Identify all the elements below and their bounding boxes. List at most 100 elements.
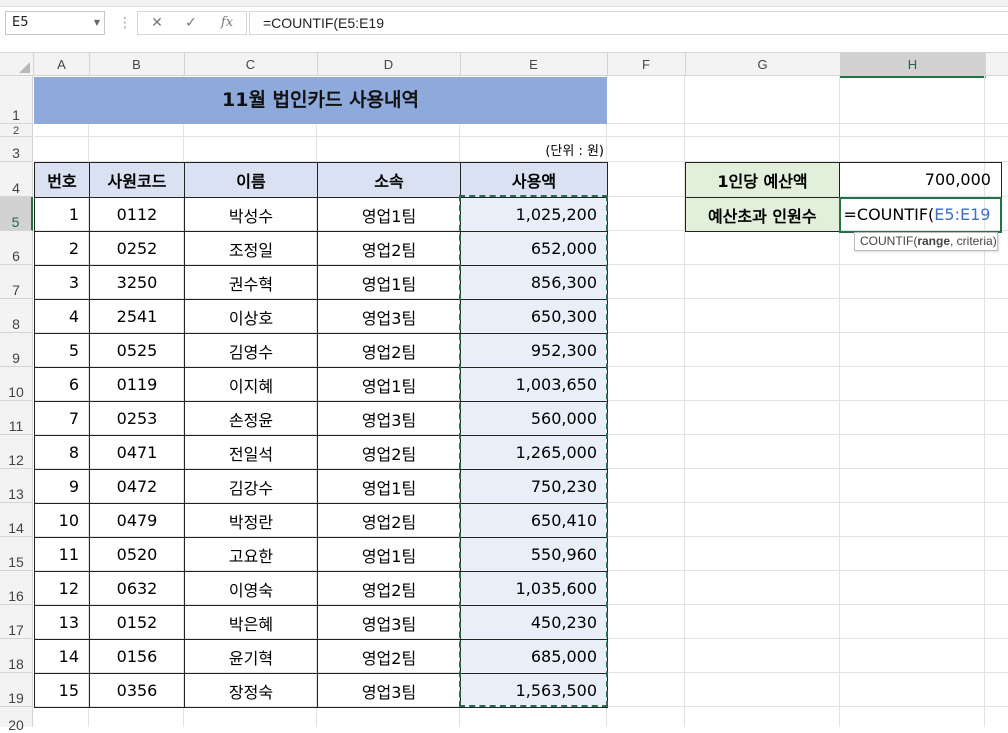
amount-cell[interactable]: 1,265,000 [460,435,608,470]
employee-code-cell[interactable]: 0156 [89,639,185,674]
row-header-13[interactable]: 13 [0,469,33,503]
amount-cell[interactable]: 685,000 [460,639,608,674]
department-cell[interactable]: 영업3팀 [317,673,461,708]
budget-label[interactable]: 1인당 예산액 [685,162,840,198]
column-header-F[interactable]: F [607,53,686,76]
column-header-E[interactable]: E [460,53,608,76]
header-department[interactable]: 소속 [317,162,461,198]
name-cell[interactable]: 전일석 [184,435,318,470]
row-header-9[interactable]: 9 [0,333,33,367]
department-cell[interactable]: 영업2팀 [317,503,461,538]
name-cell[interactable]: 이영숙 [184,571,318,606]
employee-code-cell[interactable]: 2541 [89,299,185,334]
row-number-cell[interactable]: 1 [34,197,90,232]
name-cell[interactable]: 윤기혁 [184,639,318,674]
row-header-17[interactable]: 17 [0,605,33,639]
employee-code-cell[interactable]: 0472 [89,469,185,504]
row-header-14[interactable]: 14 [0,503,33,537]
department-cell[interactable]: 영업1팀 [317,197,461,232]
row-header-7[interactable]: 7 [0,265,33,299]
more-options-icon[interactable]: ⋮ [118,12,132,34]
amount-cell[interactable]: 650,300 [460,299,608,334]
row-header-10[interactable]: 10 [0,367,33,401]
active-cell-editor[interactable]: =COUNTIF(E5:E19 [838,196,1003,233]
row-header-16[interactable]: 16 [0,571,33,605]
amount-cell[interactable]: 750,230 [460,469,608,504]
amount-cell[interactable]: 550,960 [460,537,608,572]
row-number-cell[interactable]: 3 [34,265,90,300]
column-header-A[interactable]: A [34,53,90,76]
row-header-1[interactable]: 1 [0,76,33,124]
name-cell[interactable]: 박은혜 [184,605,318,640]
sheet-title[interactable]: 11월 법인카드 사용내역 [34,77,607,124]
department-cell[interactable]: 영업3팀 [317,299,461,334]
formula-input[interactable]: =COUNTIF(E5:E19 [249,11,1008,35]
row-header-18[interactable]: 18 [0,639,33,673]
employee-code-cell[interactable]: 0520 [89,537,185,572]
name-cell[interactable]: 고요한 [184,537,318,572]
column-header-C[interactable]: C [184,53,318,76]
row-header-19[interactable]: 19 [0,673,33,707]
employee-code-cell[interactable]: 0252 [89,231,185,266]
department-cell[interactable]: 영업1팀 [317,537,461,572]
name-cell[interactable]: 이상호 [184,299,318,334]
employee-code-cell[interactable]: 0632 [89,571,185,606]
name-cell[interactable]: 권수혁 [184,265,318,300]
employee-code-cell[interactable]: 0112 [89,197,185,232]
amount-cell[interactable]: 1,003,650 [460,367,608,402]
row-header-5[interactable]: 5 [0,197,33,231]
row-header-20[interactable]: 20 [0,707,33,733]
department-cell[interactable]: 영업2팀 [317,639,461,674]
row-number-cell[interactable]: 15 [34,673,90,708]
header-name[interactable]: 이름 [184,162,318,198]
row-number-cell[interactable]: 9 [34,469,90,504]
function-tooltip[interactable]: COUNTIF(range, criteria) [854,232,998,251]
name-cell[interactable]: 이지혜 [184,367,318,402]
amount-cell[interactable]: 450,230 [460,605,608,640]
row-header-15[interactable]: 15 [0,537,33,571]
department-cell[interactable]: 영업1팀 [317,265,461,300]
amount-cell[interactable]: 1,025,200 [460,197,608,232]
row-header-12[interactable]: 12 [0,435,33,469]
amount-cell[interactable]: 856,300 [460,265,608,300]
employee-code-cell[interactable]: 0152 [89,605,185,640]
select-all-button[interactable] [0,53,34,76]
department-cell[interactable]: 영업2팀 [317,435,461,470]
row-header-11[interactable]: 11 [0,401,33,435]
column-header-B[interactable]: B [89,53,185,76]
header-number[interactable]: 번호 [34,162,90,198]
name-cell[interactable]: 조정일 [184,231,318,266]
row-header-8[interactable]: 8 [0,299,33,333]
employee-code-cell[interactable]: 0471 [89,435,185,470]
amount-cell[interactable]: 652,000 [460,231,608,266]
department-cell[interactable]: 영업2팀 [317,231,461,266]
name-cell[interactable]: 김영수 [184,333,318,368]
department-cell[interactable]: 영업2팀 [317,333,461,368]
employee-code-cell[interactable]: 3250 [89,265,185,300]
employee-code-cell[interactable]: 0119 [89,367,185,402]
insert-function-icon[interactable]: fx [210,12,244,34]
row-header-4[interactable]: 4 [0,162,33,197]
name-box[interactable]: E5 ▼ [5,11,105,35]
amount-cell[interactable]: 952,300 [460,333,608,368]
column-header-D[interactable]: D [317,53,461,76]
row-number-cell[interactable]: 13 [34,605,90,640]
budget-value[interactable]: 700,000 [839,162,1002,198]
row-number-cell[interactable]: 2 [34,231,90,266]
header-employee-code[interactable]: 사원코드 [89,162,185,198]
row-header-6[interactable]: 6 [0,231,33,265]
amount-cell[interactable]: 560,000 [460,401,608,436]
column-header-H[interactable]: H [840,53,986,78]
column-header-G[interactable]: G [685,53,841,76]
row-number-cell[interactable]: 4 [34,299,90,334]
row-number-cell[interactable]: 8 [34,435,90,470]
chevron-down-icon[interactable]: ▼ [94,12,100,34]
employee-code-cell[interactable]: 0479 [89,503,185,538]
amount-cell[interactable]: 650,410 [460,503,608,538]
row-number-cell[interactable]: 10 [34,503,90,538]
employee-code-cell[interactable]: 0253 [89,401,185,436]
amount-cell[interactable]: 1,563,500 [460,673,608,708]
row-number-cell[interactable]: 7 [34,401,90,436]
name-cell[interactable]: 김강수 [184,469,318,504]
employee-code-cell[interactable]: 0356 [89,673,185,708]
